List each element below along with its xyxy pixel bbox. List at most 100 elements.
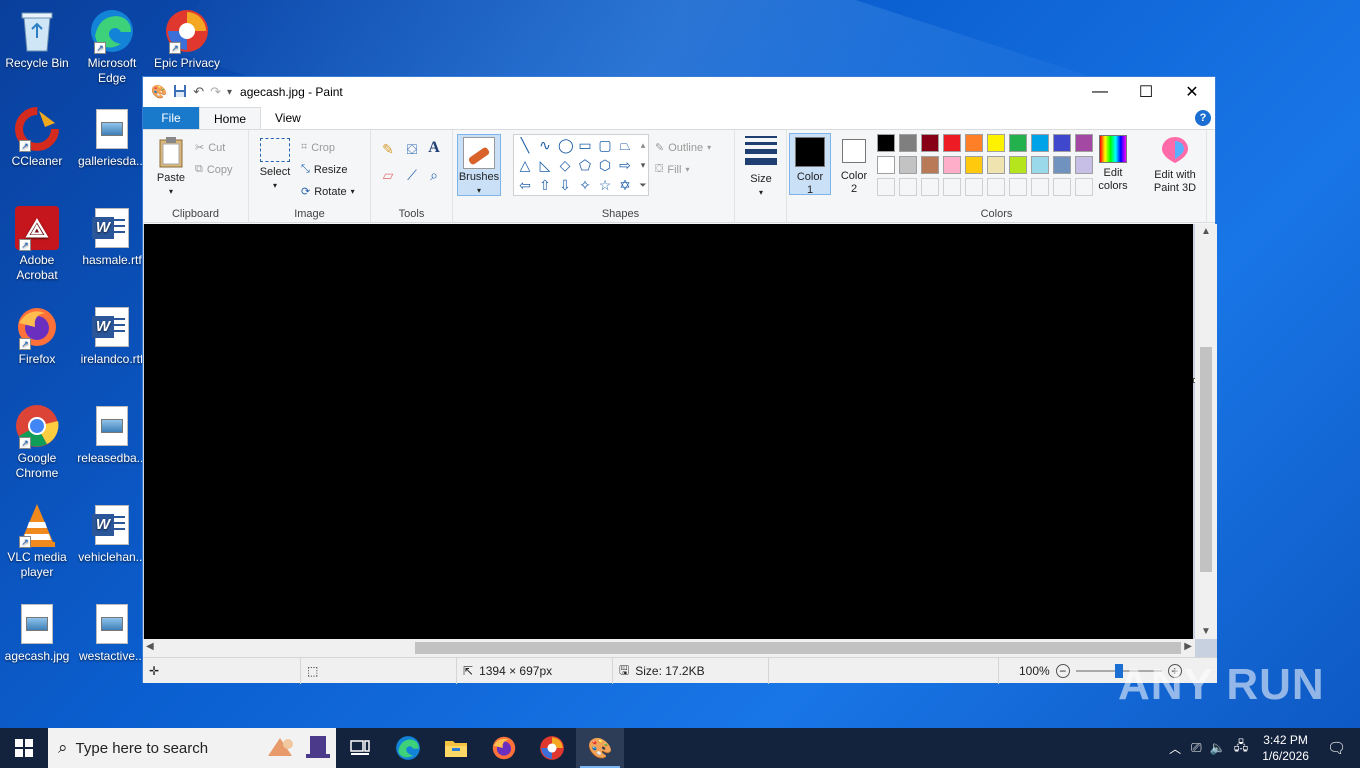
palette-color-swatch[interactable] <box>965 134 983 152</box>
fill-button[interactable]: ⛋ Fill ▾ <box>655 163 689 176</box>
line-shape-icon[interactable]: ╲ <box>518 138 532 152</box>
desktop-icon-microsoft-edge[interactable]: ↗ Microsoft Edge <box>75 8 149 86</box>
palette-empty-swatch[interactable] <box>899 178 917 196</box>
text-tool-icon[interactable]: A <box>427 140 441 156</box>
desktop-icon-firefox[interactable]: ↗ Firefox <box>0 304 74 367</box>
scroll-down-arrow-icon[interactable]: ▼ <box>1201 626 1211 637</box>
paste-button[interactable]: Paste ▾ <box>153 136 189 198</box>
pencil-icon[interactable]: ✎ <box>381 142 395 156</box>
start-button[interactable] <box>0 728 48 768</box>
desktop-icon-hasmale-rtf[interactable]: W hasmale.rtf <box>75 205 149 268</box>
palette-color-swatch[interactable] <box>943 134 961 152</box>
desktop-icon-releasedba[interactable]: releasedba... <box>75 403 149 466</box>
desktop-icon-recycle-bin[interactable]: Recycle Bin <box>0 8 74 71</box>
palette-color-swatch[interactable] <box>1031 134 1049 152</box>
left-arrow-shape-icon[interactable]: ⇦ <box>518 178 532 192</box>
taskbar-search-box[interactable]: ⌕ Type here to search <box>48 728 336 768</box>
meet-now-icon[interactable]: ⎚ <box>1187 740 1205 756</box>
desktop-icon-irelandco-rtf[interactable]: W irelandco.rtf <box>75 304 149 367</box>
scroll-down-icon[interactable]: ▾ <box>636 158 650 172</box>
five-point-star-shape-icon[interactable]: ☆ <box>598 178 612 192</box>
palette-color-swatch[interactable] <box>1075 134 1093 152</box>
desktop-icon-vlc[interactable]: ↗ VLC media player <box>0 502 74 580</box>
zoom-out-icon[interactable]: − <box>1055 664 1070 678</box>
palette-color-swatch[interactable] <box>965 156 983 174</box>
hexagon-shape-icon[interactable]: ⬡ <box>598 158 612 172</box>
taskbar-edge[interactable] <box>384 728 432 768</box>
resize-button[interactable]: ⤡ Resize <box>301 163 347 176</box>
palette-empty-swatch[interactable] <box>965 178 983 196</box>
redo-icon[interactable]: ↷ <box>210 84 221 100</box>
vertical-scroll-thumb[interactable] <box>1200 347 1212 572</box>
palette-empty-swatch[interactable] <box>1031 178 1049 196</box>
size-button[interactable]: Size ▾ <box>741 136 781 199</box>
desktop-icon-vehiclehan[interactable]: W vehiclehan... <box>75 502 149 565</box>
magnifier-icon[interactable]: ⌕ <box>427 168 441 182</box>
copy-button[interactable]: ⧉ Copy <box>195 163 233 176</box>
edit-with-paint3d-button[interactable]: Edit with Paint 3D <box>1145 135 1205 195</box>
notification-center-icon[interactable]: 🗨 <box>1319 739 1360 757</box>
customize-qat-icon[interactable]: ▾ <box>227 87 232 98</box>
palette-empty-swatch[interactable] <box>1053 178 1071 196</box>
palette-color-swatch[interactable] <box>943 156 961 174</box>
brushes-button[interactable]: Brushes ▾ <box>457 134 501 196</box>
palette-color-swatch[interactable] <box>921 156 939 174</box>
show-hidden-icons-icon[interactable]: ︿ <box>1163 740 1187 757</box>
palette-color-swatch[interactable] <box>987 156 1005 174</box>
undo-icon[interactable]: ↶ <box>193 84 204 100</box>
taskbar-epic-privacy[interactable] <box>528 728 576 768</box>
palette-color-swatch[interactable] <box>987 134 1005 152</box>
clock[interactable]: 3:42 PM 1/6/2026 <box>1252 732 1319 764</box>
horizontal-scroll-thumb[interactable] <box>415 642 1181 654</box>
desktop-icon-epic-privacy[interactable]: ↗ Epic Privacy <box>150 8 224 71</box>
color1-button[interactable]: Color 1 <box>789 133 831 196</box>
scroll-left-arrow-icon[interactable]: ◀ <box>146 641 154 652</box>
network-icon[interactable]: 🖧 <box>1230 737 1253 759</box>
select-button[interactable]: Select ▾ <box>257 136 293 192</box>
palette-color-swatch[interactable] <box>1031 156 1049 174</box>
right-arrow-shape-icon[interactable]: ⇨ <box>618 158 632 172</box>
desktop-icon-agecash-jpg[interactable]: agecash.jpg <box>0 601 74 664</box>
rounded-rectangle-shape-icon[interactable]: ▢ <box>598 138 612 152</box>
drawing-canvas[interactable] <box>144 224 1193 639</box>
palette-color-swatch[interactable] <box>899 156 917 174</box>
color-picker-icon[interactable]: ⟋ <box>405 168 419 182</box>
taskbar-paint[interactable]: 🎨 <box>576 728 624 768</box>
horizontal-scrollbar[interactable]: ◀ ▶ <box>143 639 1195 657</box>
four-point-star-shape-icon[interactable]: ✧ <box>578 178 592 192</box>
minimize-button[interactable]: — <box>1077 77 1123 107</box>
scroll-up-icon[interactable]: ▴ <box>636 138 650 152</box>
desktop-icon-google-chrome[interactable]: ↗ Google Chrome <box>0 403 74 481</box>
palette-color-swatch[interactable] <box>899 134 917 152</box>
palette-empty-swatch[interactable] <box>921 178 939 196</box>
pentagon-shape-icon[interactable]: ⬠ <box>578 158 592 172</box>
taskbar-file-explorer[interactable] <box>432 728 480 768</box>
taskbar-firefox[interactable] <box>480 728 528 768</box>
rotate-button[interactable]: ⟳ Rotate ▾ <box>301 185 355 199</box>
palette-empty-swatch[interactable] <box>877 178 895 196</box>
eraser-icon[interactable]: ▱ <box>381 168 395 182</box>
tab-view[interactable]: View <box>261 107 315 129</box>
scroll-up-arrow-icon[interactable]: ▲ <box>1201 226 1211 237</box>
tab-home[interactable]: Home <box>199 107 262 129</box>
palette-empty-swatch[interactable] <box>987 178 1005 196</box>
palette-color-swatch[interactable] <box>877 156 895 174</box>
oval-shape-icon[interactable]: ◯ <box>558 138 574 152</box>
palette-color-swatch[interactable] <box>877 134 895 152</box>
six-point-star-shape-icon[interactable]: ✡ <box>618 178 632 192</box>
desktop-icon-westactive[interactable]: westactive... <box>75 601 149 664</box>
triangle-shape-icon[interactable]: △ <box>518 158 532 172</box>
palette-color-swatch[interactable] <box>1009 156 1027 174</box>
outline-button[interactable]: ✎ Outline ▾ <box>655 141 711 155</box>
palette-color-swatch[interactable] <box>1009 134 1027 152</box>
volume-icon[interactable]: 🔈 <box>1206 740 1230 756</box>
desktop-icon-ccleaner[interactable]: ↗ CCleaner <box>0 106 74 169</box>
diamond-shape-icon[interactable]: ◇ <box>558 158 572 172</box>
palette-empty-swatch[interactable] <box>943 178 961 196</box>
desktop-icon-galleriesda[interactable]: galleriesda... <box>75 106 149 169</box>
palette-empty-swatch[interactable] <box>1075 178 1093 196</box>
crop-button[interactable]: ⌗ Crop <box>301 141 335 154</box>
polygon-shape-icon[interactable]: ⏢ <box>618 138 632 152</box>
maximize-button[interactable]: ☐ <box>1123 77 1169 107</box>
palette-color-swatch[interactable] <box>1053 134 1071 152</box>
